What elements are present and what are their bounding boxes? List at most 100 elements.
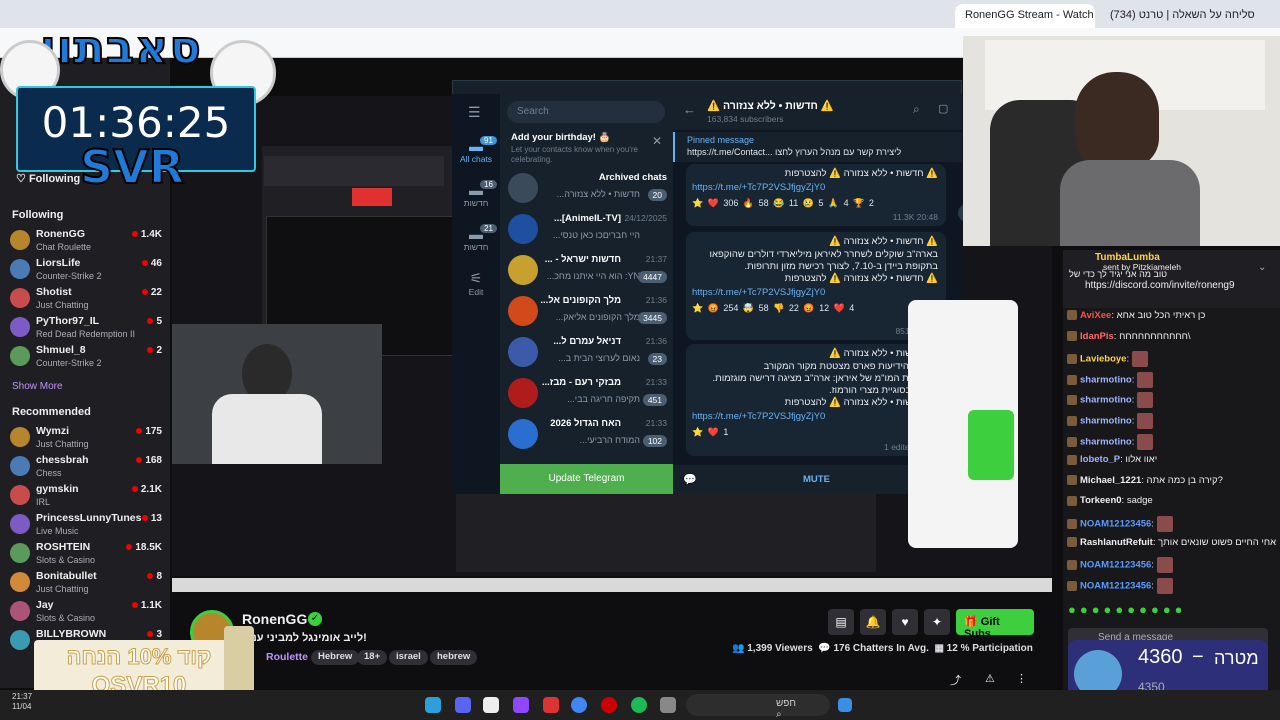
recommended-channel[interactable]: Wymzi Just Chatting 175	[10, 424, 162, 454]
chat-username[interactable]: sharmotino	[1080, 436, 1132, 447]
notes-icon[interactable]: ▤	[828, 609, 854, 635]
tab-twitch[interactable]: RonenGG Stream - Watch Live	[955, 4, 1095, 28]
chat-row[interactable]: מבזקי רעם - מבז... 21:33 תקיפה חריגה בבי..…	[500, 373, 673, 414]
pinned-message[interactable]: Pinned message https://t.me/Contact... ל…	[673, 132, 962, 162]
chat-username[interactable]: sharmotino	[1080, 374, 1132, 385]
tag[interactable]: israel	[389, 650, 428, 665]
folder-tab[interactable]: ▬ חדשות 16	[454, 178, 498, 218]
tag[interactable]: Hebrew	[311, 650, 360, 665]
recommended-channel[interactable]: ROSHTEIN Slots & Casino 18.5K	[10, 540, 162, 570]
discord-link[interactable]: https://discord.com/invite/roneng9	[1085, 280, 1235, 291]
chat-username[interactable]: Torkeen0	[1080, 495, 1122, 506]
category-link[interactable]: Roulette	[266, 651, 308, 663]
telegram-icon[interactable]	[425, 697, 441, 713]
streamer-facecam	[172, 324, 382, 464]
followed-channel[interactable]: Shotist Just Chatting 22	[10, 285, 162, 315]
unread-badge: 102	[642, 435, 667, 447]
close-icon[interactable]: ✕	[652, 134, 662, 148]
app-icon[interactable]	[543, 697, 559, 713]
emote-icon	[1156, 516, 1173, 532]
reactions[interactable]: ⭐ ❤️ 1	[692, 427, 728, 438]
birthday-subtitle: Let your contacts know when you're celeb…	[511, 145, 638, 164]
emote-icon	[1137, 433, 1154, 450]
chat-preview: חדשות • ללא צנזורה...	[556, 189, 640, 199]
chat-username[interactable]: NOAM12123456	[1080, 580, 1151, 591]
chrome-icon[interactable]	[571, 697, 587, 713]
app-icon[interactable]	[483, 697, 499, 713]
tag[interactable]: hebrew	[430, 650, 478, 665]
folder-tab[interactable]: ▬ חדשות 21	[454, 222, 498, 262]
message-line: ⚠️ חדשות • ללא צנזורה ⚠️	[829, 236, 938, 247]
following-nav[interactable]: ♡ Following	[16, 172, 80, 185]
channel-game: Counter-Strike 2	[36, 358, 102, 368]
reactions[interactable]: ⭐ 😡 254 🤯 58 👎 22 😡 12 ❤️ 4	[692, 303, 854, 314]
followed-channel[interactable]: RonenGG Chat Roulette 1.4K	[10, 227, 162, 257]
reactions[interactable]: ⭐ ❤️ 306 🔥 58 😂 11 😢 5 🙏 4 🏆 2	[692, 198, 874, 209]
user-badge-icon	[1067, 374, 1077, 385]
unread-badge: 20	[647, 189, 667, 201]
recommended-channel[interactable]: PrincessLunnyTunes Live Music 13	[10, 511, 162, 541]
emote-bar[interactable]: ●●●●●●●●●●	[1068, 602, 1280, 622]
heart-icon[interactable]: ♥	[892, 609, 918, 635]
join-link[interactable]: https://t.me/+Tc7P2VSJfjgyZjY0	[692, 411, 825, 422]
recommended-channel[interactable]: Bonitabullet Just Chatting 8	[10, 569, 162, 599]
chat-username[interactable]: IdanPis	[1080, 331, 1114, 342]
folder-edit[interactable]: ⚟ Edit	[454, 266, 498, 306]
chat-row[interactable]: דניאל עמרם ל... 21:36 נאום לערוצי הבית ב..…	[500, 332, 673, 373]
gift-subs-button[interactable]: 🎁 Gift Subs	[956, 609, 1034, 640]
update-telegram-button[interactable]: Update Telegram	[500, 464, 673, 494]
star-icon[interactable]: ✦	[924, 609, 950, 635]
mute-button[interactable]: MUTE	[803, 474, 830, 485]
spotify-icon[interactable]	[631, 697, 647, 713]
search-icon[interactable]: ⌕	[913, 102, 920, 117]
channel-name[interactable]: RonenGG	[242, 611, 307, 627]
chat-row[interactable]: חדשות ישראל - ... 21:37 YN: הוא היי איתנו …	[500, 250, 673, 291]
chat-username[interactable]: sharmotino	[1080, 395, 1132, 406]
bell-icon[interactable]: 🔔	[860, 609, 886, 635]
sidebar-toggle-icon[interactable]: ▢	[938, 102, 948, 115]
join-link[interactable]: https://t.me/+Tc7P2VSJfjgyZjY0	[692, 182, 825, 193]
discussion-icon[interactable]: 💬	[683, 473, 697, 486]
search-label: חפש	[776, 698, 796, 709]
more-icon[interactable]: ⋮	[1016, 672, 1027, 685]
menu-icon[interactable]: ☰	[468, 104, 484, 121]
twitch-icon[interactable]	[513, 697, 529, 713]
chat-username[interactable]: NOAM12123456	[1080, 560, 1151, 571]
back-arrow-icon[interactable]: ←	[683, 102, 696, 117]
report-icon[interactable]: ⚠	[985, 672, 995, 685]
taskbar-search[interactable]: חפש ⌕	[686, 694, 830, 720]
recommended-channel[interactable]: chessbrah Chess 168	[10, 453, 162, 483]
chat-username[interactable]: RashlanutRefuit	[1080, 537, 1153, 548]
chat-username[interactable]: lobeto_P	[1080, 454, 1120, 465]
chat-row[interactable]: [AnimeIL-TV]... 24/12/2025 היי חבריםכו כאן…	[500, 209, 673, 250]
chat-username[interactable]: sharmotino	[1080, 416, 1132, 427]
tag[interactable]: 18+	[357, 650, 388, 665]
chat-username[interactable]: AviXee	[1080, 310, 1111, 321]
followed-channel[interactable]: LiorsLife Counter-Strike 2 46	[10, 256, 162, 286]
folder-tab[interactable]: ▬ All chats 91	[454, 134, 498, 174]
followed-channel[interactable]: PyThor97_IL Red Dead Redemption II 5	[10, 314, 162, 344]
recommended-channel[interactable]: Jay Slots & Casino 1.1K	[10, 598, 162, 628]
chat-row[interactable]: Archived chats חדשות • ללא צנזורה... 20	[500, 168, 673, 209]
discord-icon[interactable]	[455, 697, 471, 713]
show-more-link[interactable]: Show More	[12, 381, 63, 392]
telegram-search-input[interactable]: Search	[507, 101, 665, 123]
channel-name: gymskin	[36, 483, 79, 495]
recommended-channel[interactable]: gymskin IRL 2.1K	[10, 482, 162, 512]
chat-username[interactable]: NOAM12123456	[1080, 519, 1151, 530]
chat-row[interactable]: האח הגדול 2026 21:33 המודח הרביעי... 102	[500, 414, 673, 455]
collapse-icon[interactable]: ⌄	[1258, 262, 1266, 273]
chat-row[interactable]: מלך הקופונים אל... 21:36 מלך הקופונים אליא…	[500, 291, 673, 332]
join-link[interactable]: https://t.me/+Tc7P2VSJfjgyZjY0	[692, 287, 825, 298]
chat-username[interactable]: Michael_1221	[1080, 475, 1141, 486]
tab-youtube[interactable]: (734) סליחה על השאלה | טרנט	[1100, 4, 1270, 28]
file-explorer-icon[interactable]	[660, 697, 676, 713]
obs-icon[interactable]	[601, 697, 617, 713]
viewer-stats: 👥 1,399 Viewers 💬 176 Chatters In Avg. ▦…	[732, 643, 1033, 654]
followed-channel[interactable]: Shmuel_8 Counter-Strike 2 2	[10, 343, 162, 373]
pinned-text: https://t.me/Contact... ליצירת קשר עם מנ…	[687, 147, 902, 157]
viewer-count: 1,399 Viewers	[747, 643, 813, 654]
share-icon[interactable]: ⤴	[950, 672, 961, 688]
windows-start-icon[interactable]	[838, 698, 852, 712]
chat-username[interactable]: Lavieboye	[1080, 354, 1126, 365]
